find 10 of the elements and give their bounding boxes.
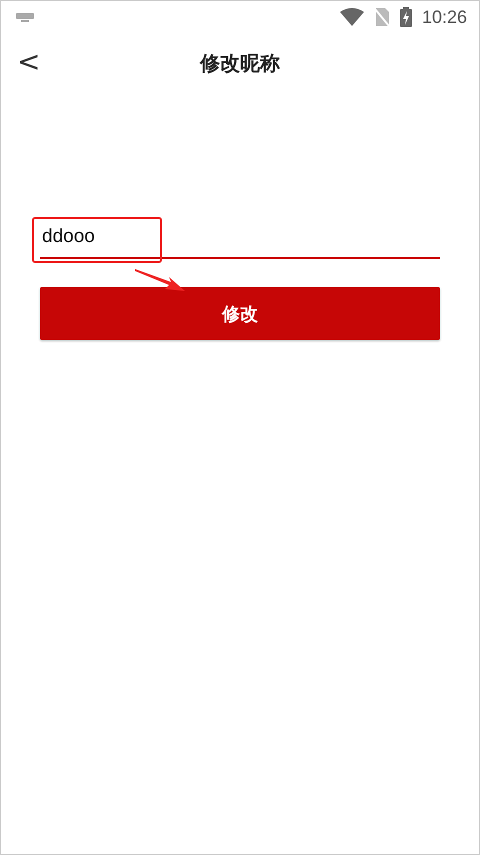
- clock-text: 10:26: [422, 6, 467, 28]
- page-title: 修改昵称: [200, 50, 280, 76]
- keyboard-icon: [15, 12, 35, 22]
- submit-button[interactable]: 修改: [40, 287, 440, 340]
- wifi-icon: [340, 8, 364, 26]
- back-button[interactable]: <: [11, 45, 46, 79]
- battery-charging-icon: [400, 7, 412, 27]
- no-sim-icon: [374, 7, 390, 27]
- nickname-field[interactable]: ddooo: [40, 218, 440, 259]
- annotation-arrow: [135, 267, 187, 293]
